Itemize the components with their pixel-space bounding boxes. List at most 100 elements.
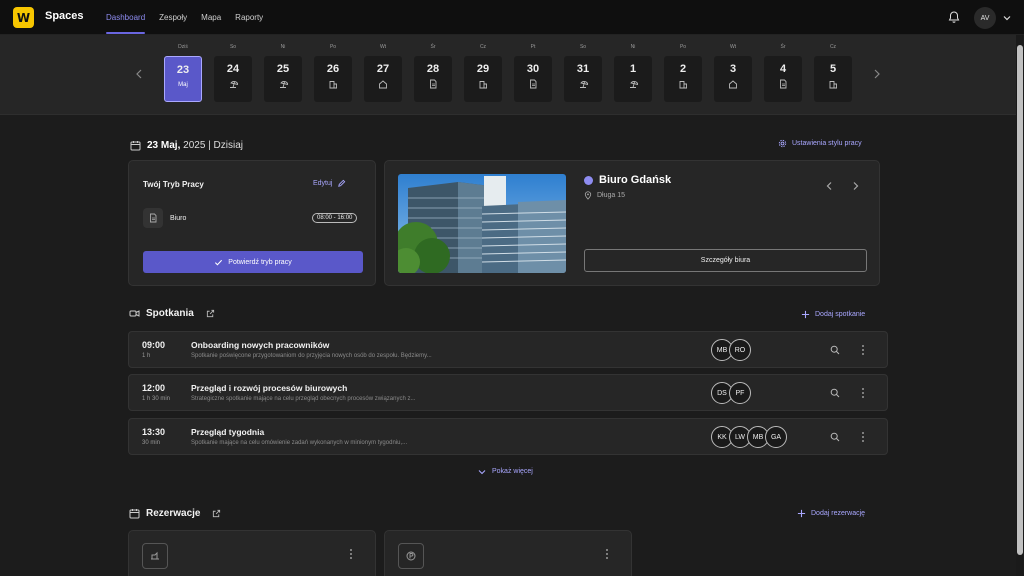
meeting-time: 13:30 — [142, 427, 166, 437]
main-nav: Dashboard Zespoły Mapa Raporty — [106, 0, 277, 35]
chevron-right-icon[interactable] — [872, 68, 882, 80]
more-vertical-icon[interactable] — [860, 387, 866, 399]
office-icon — [329, 81, 337, 89]
day-number: 28 — [426, 63, 440, 75]
calendar-icon — [130, 140, 141, 150]
work-style-settings-link[interactable]: Ustawienia stylu pracy — [778, 139, 862, 148]
day-weekday: Po — [679, 44, 687, 50]
office-details-button[interactable]: Szczegóły biura — [584, 249, 867, 272]
nav-teams[interactable]: Zespoły — [159, 0, 187, 35]
more-vertical-icon[interactable] — [860, 431, 866, 443]
day-button[interactable]: 30 — [514, 56, 552, 102]
attendee-avatar[interactable]: GA — [765, 426, 787, 448]
calendar-day: Śr 4 — [764, 35, 802, 115]
meeting-title: Przegląd tygodnia — [191, 427, 265, 437]
desk-icon — [142, 543, 168, 569]
office-icon — [679, 81, 687, 89]
reservation-card[interactable] — [384, 530, 632, 576]
search-icon[interactable] — [830, 432, 840, 442]
chevron-down-icon[interactable] — [1002, 13, 1012, 23]
calendar-day: Cz 5 — [814, 35, 852, 115]
add-reservation-button[interactable]: Dodaj rezerwację — [797, 509, 865, 518]
day-weekday: Pt — [530, 44, 536, 50]
main-content: 23 Maj, 2025 | Dzisiaj Ustawienia stylu … — [0, 116, 1016, 576]
show-more-meetings-button[interactable]: Pokaż więcej — [478, 468, 533, 475]
day-month: Maj — [178, 82, 188, 88]
attendee-avatar[interactable]: RO — [729, 339, 751, 361]
meeting-row[interactable]: 12:00 1 h 30 min Przegląd i rozwój proce… — [128, 374, 888, 411]
office-status-dot — [584, 176, 593, 185]
day-button[interactable]: 26 — [314, 56, 352, 102]
plus-icon — [801, 310, 810, 319]
app-root: W Spaces Dashboard Zespoły Mapa Raporty … — [0, 0, 1024, 576]
calendar-day: Cz 29 — [464, 35, 502, 115]
calendar-check-icon — [129, 509, 140, 519]
document-icon — [530, 79, 537, 89]
office-mode-icon-box — [143, 208, 163, 228]
day-weekday: Ni — [280, 44, 286, 50]
logo[interactable]: W — [13, 7, 34, 28]
reservations-section-title: Rezerwacje — [129, 508, 221, 519]
nav-map[interactable]: Mapa — [201, 0, 221, 35]
day-button[interactable]: 28 — [414, 56, 452, 102]
more-vertical-icon[interactable] — [604, 548, 610, 560]
meeting-description: Strategiczne spotkanie mające na celu pr… — [191, 396, 416, 402]
day-button[interactable]: 25 — [264, 56, 302, 102]
calendar-strip: Dziś 23 Maj So 24 Ni 25 Po 26 Wt 27 Śr 28 Cz 29 Pt 30 So 3… — [0, 35, 1016, 115]
today-date: 23 Maj, 2025 | Dzisiaj — [147, 139, 243, 151]
day-number: 3 — [729, 63, 737, 75]
day-weekday: Dziś — [178, 44, 188, 50]
day-button[interactable]: 23 Maj — [164, 56, 202, 102]
attendee-avatar[interactable]: PF — [729, 382, 751, 404]
chevron-right-icon[interactable] — [851, 181, 860, 191]
day-button[interactable]: 2 — [664, 56, 702, 102]
bell-icon[interactable] — [947, 10, 961, 24]
work-hours-badge: 08:00 - 16:00 — [312, 213, 358, 223]
nav-reports[interactable]: Raporty — [235, 0, 263, 35]
calendar-day: Pt 30 — [514, 35, 552, 115]
external-link-icon[interactable] — [212, 509, 221, 518]
day-weekday: So — [229, 44, 237, 50]
office-address: Długa 15 — [584, 191, 625, 200]
reservation-card[interactable] — [128, 530, 376, 576]
meeting-row[interactable]: 09:00 1 h Onboarding nowych pracowników … — [128, 331, 888, 368]
day-button[interactable]: 31 — [564, 56, 602, 102]
nav-dashboard[interactable]: Dashboard — [106, 0, 146, 35]
more-vertical-icon[interactable] — [860, 344, 866, 356]
search-icon[interactable] — [830, 345, 840, 355]
chevron-left-icon[interactable] — [134, 68, 144, 80]
calendar-day: Po 2 — [664, 35, 702, 115]
external-link-icon[interactable] — [206, 309, 215, 318]
day-number: 1 — [629, 63, 637, 75]
day-number: 5 — [829, 63, 837, 75]
scrollbar-thumb[interactable] — [1017, 45, 1023, 555]
work-mode-value: Biuro — [170, 215, 187, 222]
user-avatar[interactable]: AV — [974, 7, 996, 29]
day-number: 29 — [476, 63, 490, 75]
day-button[interactable]: 5 — [814, 56, 852, 102]
day-button[interactable]: 3 — [714, 56, 752, 102]
beach-icon — [230, 81, 238, 88]
day-button[interactable]: 27 — [364, 56, 402, 102]
search-icon[interactable] — [830, 388, 840, 398]
meeting-duration: 30 min — [142, 440, 161, 446]
day-button[interactable]: 24 — [214, 56, 252, 102]
day-button[interactable]: 4 — [764, 56, 802, 102]
day-button[interactable]: 1 — [614, 56, 652, 102]
meeting-attendees: DS PF — [711, 382, 751, 404]
beach-icon — [580, 81, 588, 88]
day-weekday: Po — [329, 44, 337, 50]
edit-work-mode-button[interactable]: Edytuj — [313, 179, 346, 188]
page-scrollbar[interactable] — [1016, 35, 1024, 576]
add-meeting-button[interactable]: Dodaj spotkanie — [801, 310, 865, 319]
office-icon — [829, 81, 837, 89]
more-vertical-icon[interactable] — [348, 548, 354, 560]
calendar-day: Śr 28 — [414, 35, 452, 115]
calendar-day: So 31 — [564, 35, 602, 115]
confirm-work-mode-button[interactable]: Potwierdź tryb pracy — [143, 251, 363, 273]
chevron-left-icon[interactable] — [825, 181, 834, 191]
meeting-attendees: MB RO — [711, 339, 751, 361]
plus-icon — [797, 509, 806, 518]
day-button[interactable]: 29 — [464, 56, 502, 102]
meeting-row[interactable]: 13:30 30 min Przegląd tygodnia Spotkanie… — [128, 418, 888, 455]
